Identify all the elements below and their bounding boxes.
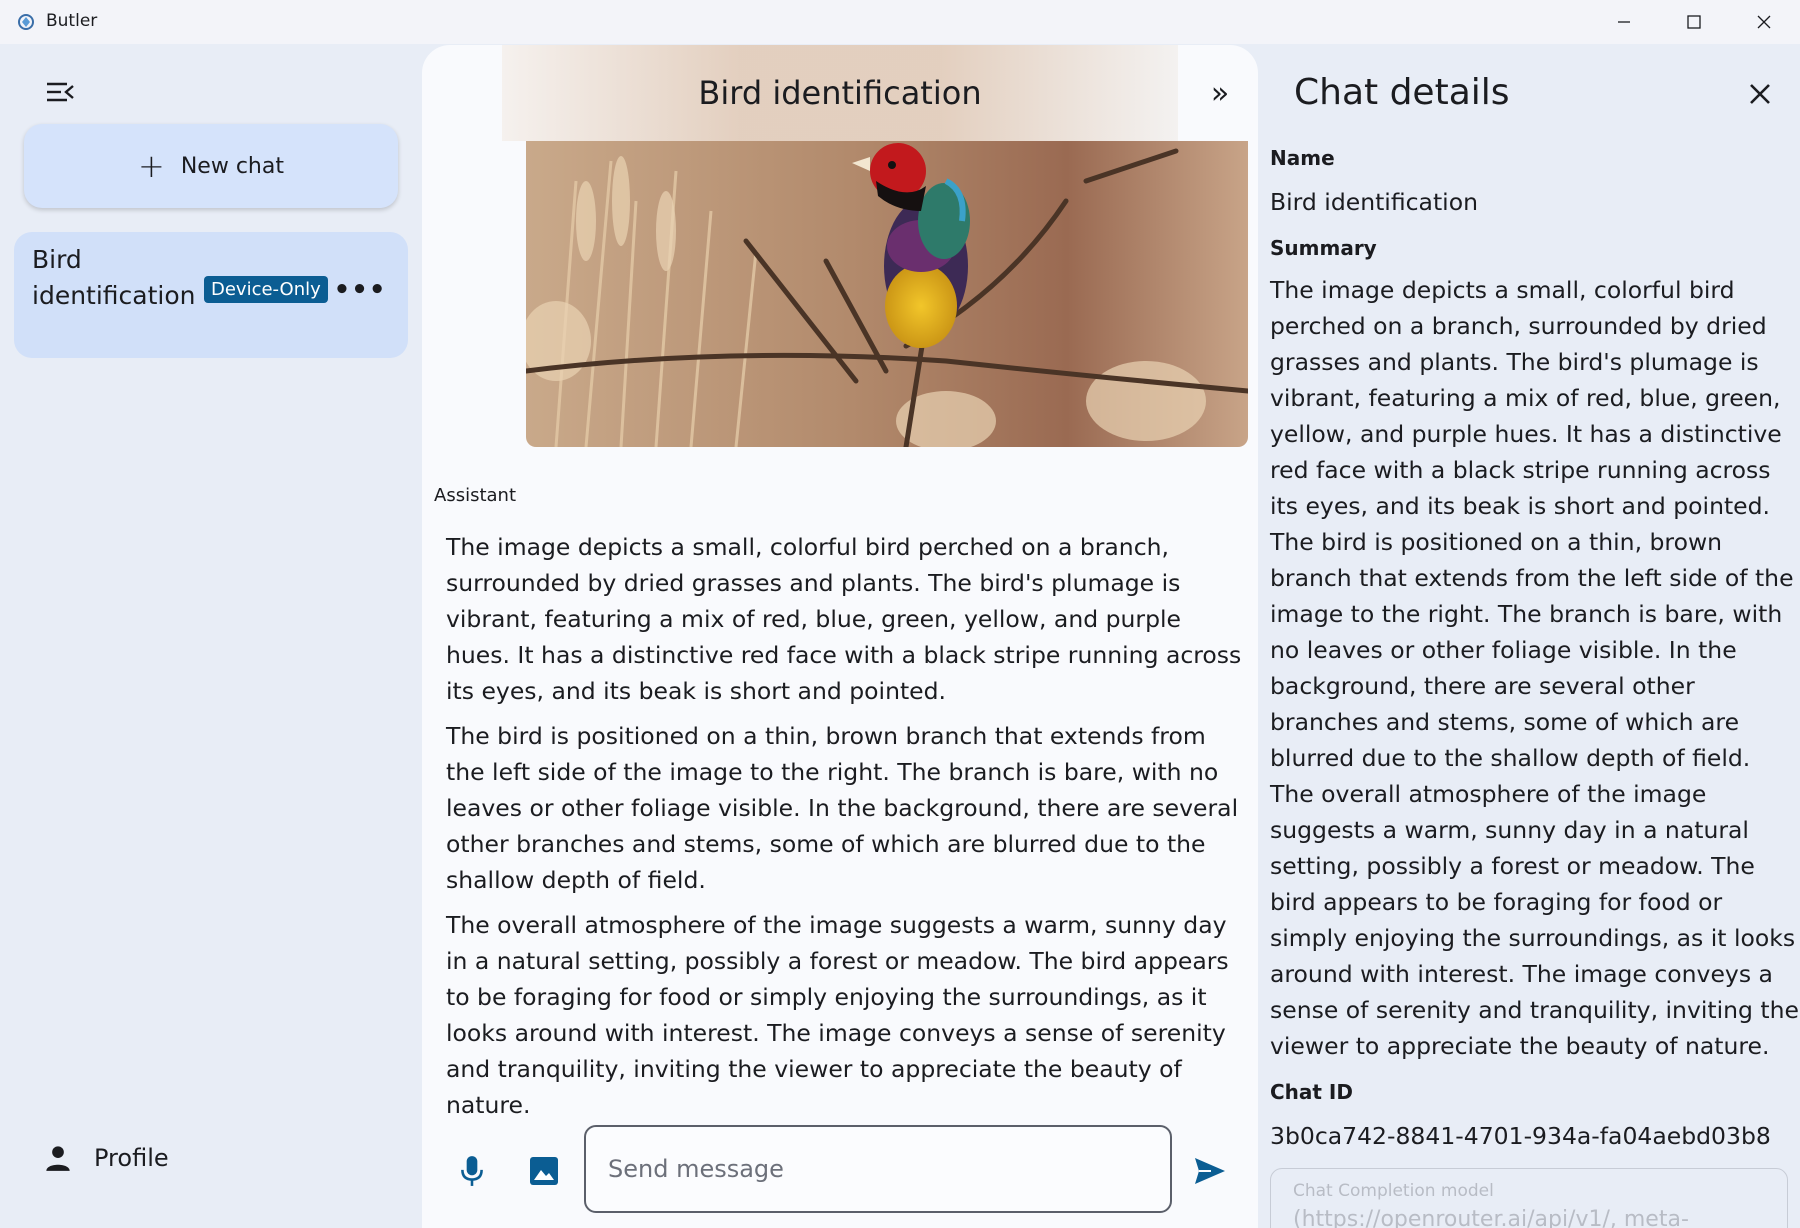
message-paragraph: The bird is positioned on a thin, brown … [446, 722, 1239, 894]
bird-photo [526, 141, 1248, 447]
chat-id-label: Chat ID [1270, 1080, 1353, 1104]
sidebar: + New chat Bird identification Device-On… [0, 44, 420, 1228]
image-icon [530, 1157, 558, 1185]
chat-title: Bird identification [698, 74, 982, 112]
minimize-button[interactable] [1589, 0, 1659, 44]
new-chat-button[interactable]: + New chat [24, 124, 398, 208]
maximize-button[interactable] [1659, 0, 1729, 44]
chat-id-value: 3b0ca742-8841-4701-934a-fa04aebd03b8 [1270, 1122, 1771, 1150]
model-select[interactable]: Chat Completion model (https://openroute… [1270, 1168, 1788, 1228]
chat-details-panel: Chat details Name Bird identification Su… [1258, 44, 1800, 1228]
new-chat-label: New chat [180, 153, 284, 179]
more-options-button[interactable]: ••• [334, 272, 386, 308]
chat-panel: Bird identification » Assistant The imag… [422, 45, 1258, 1228]
more-horizontal-icon: ••• [333, 275, 387, 305]
chat-list-item[interactable]: Bird identification Device-Only ••• [14, 232, 408, 358]
attach-image-button[interactable] [522, 1149, 566, 1193]
message-paragraph: The overall atmosphere of the image sugg… [446, 911, 1229, 1119]
profile-button[interactable]: Profile [44, 1144, 169, 1172]
close-window-button[interactable] [1729, 0, 1799, 44]
name-label: Name [1270, 146, 1335, 170]
menu-collapse-icon [47, 82, 74, 102]
toggle-details-button[interactable]: » [1200, 73, 1240, 113]
microphone-button[interactable] [450, 1149, 494, 1193]
send-button[interactable] [1188, 1149, 1232, 1193]
maximize-icon [1687, 15, 1701, 29]
chat-header: Bird identification [502, 45, 1178, 141]
message-paragraph: The image depicts a small, colorful bird… [446, 533, 1242, 705]
chat-item-title: Bird identification [32, 245, 196, 310]
close-details-button[interactable] [1740, 74, 1780, 114]
name-value: Bird identification [1270, 188, 1478, 216]
collapse-sidebar-button[interactable] [40, 72, 80, 112]
assistant-message: The image depicts a small, colorful bird… [446, 529, 1246, 1132]
device-only-badge: Device-Only [204, 276, 328, 303]
send-icon [1195, 1158, 1225, 1184]
double-chevron-right-icon: » [1210, 75, 1230, 111]
sender-label: Assistant [434, 485, 517, 506]
message-composer [422, 1125, 1258, 1225]
close-icon [1757, 15, 1771, 29]
window-title: Butler [46, 11, 98, 31]
model-select-label: Chat Completion model [1293, 1181, 1494, 1201]
profile-label: Profile [94, 1144, 169, 1172]
person-icon [46, 1146, 70, 1171]
model-select-value: (https://openrouter.ai/api/v1/, meta- [1293, 1207, 1689, 1228]
details-title: Chat details [1294, 72, 1510, 113]
message-input[interactable] [584, 1125, 1172, 1213]
summary-value: The image depicts a small, colorful bird… [1270, 276, 1799, 1060]
plus-icon: + [138, 147, 165, 185]
minimize-icon [1618, 21, 1630, 23]
microphone-icon [461, 1156, 483, 1186]
title-bar: Butler [0, 0, 1800, 44]
summary-label: Summary [1270, 236, 1377, 260]
close-icon [1750, 84, 1770, 104]
butler-app-icon [18, 14, 34, 30]
